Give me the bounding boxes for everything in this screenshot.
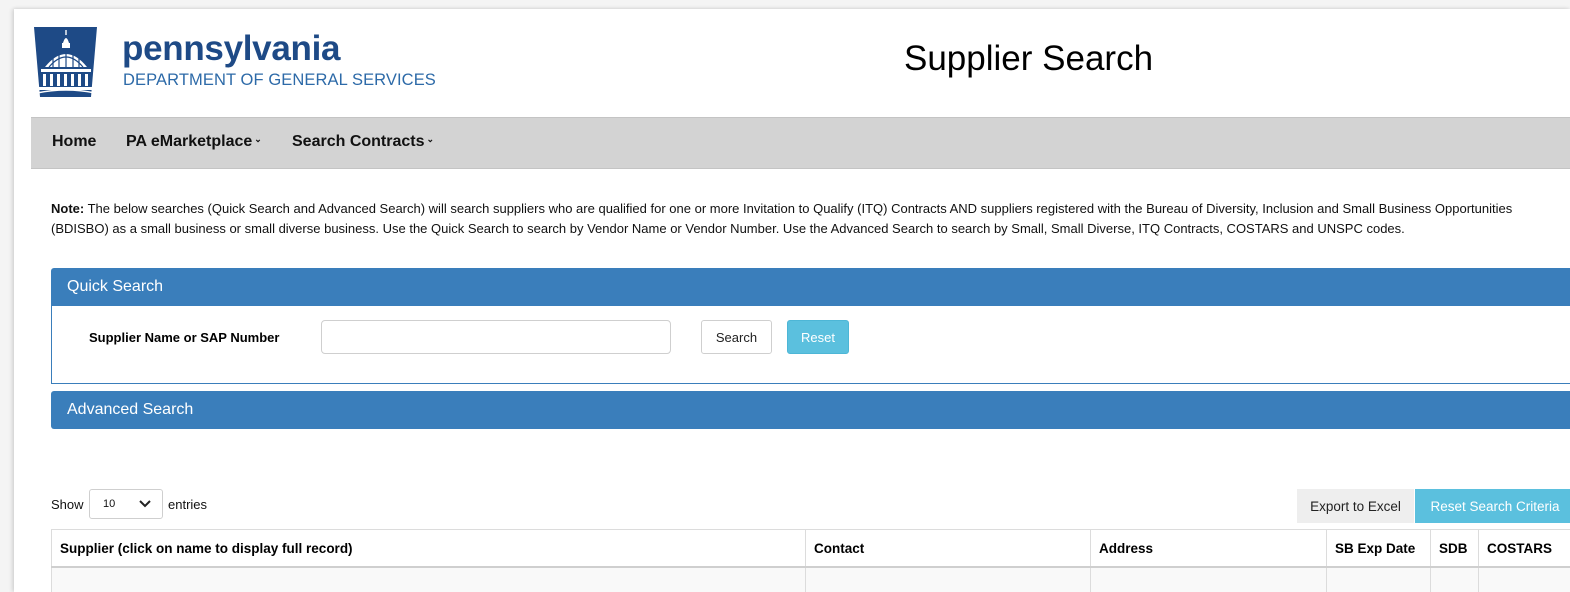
search-note: Note: The below searches (Quick Search a…: [51, 199, 1551, 238]
quick-search-title: Quick Search: [67, 278, 164, 295]
column-header-address[interactable]: Address: [1090, 529, 1327, 568]
pa-dgs-logo[interactable]: pennsylvania DEPARTMENT OF GENERAL SERVI…: [31, 27, 436, 99]
supplier-search-input[interactable]: [321, 320, 671, 354]
table-cell: [1478, 567, 1570, 592]
chevron-down-icon: [139, 500, 151, 508]
reset-button[interactable]: Reset: [787, 320, 849, 354]
page-sheet: pennsylvania DEPARTMENT OF GENERAL SERVI…: [14, 9, 1570, 592]
table-cell: [1326, 567, 1431, 592]
table-cell: [1430, 567, 1479, 592]
reset-search-criteria-button[interactable]: Reset Search Criteria: [1415, 489, 1570, 523]
column-header-sdb[interactable]: SDB: [1430, 529, 1479, 568]
main-nav: Home PA eMarketplace ⌄ Search Contracts ⌄: [31, 117, 1570, 169]
brand-name: pennsylvania: [122, 29, 341, 68]
note-text: The below searches (Quick Search and Adv…: [51, 201, 1513, 236]
column-header-costars[interactable]: COSTARS: [1478, 529, 1570, 568]
table-cell: [805, 567, 1091, 592]
browser-page: pennsylvania DEPARTMENT OF GENERAL SERVI…: [0, 0, 1570, 592]
nav-pa-emarketplace[interactable]: PA eMarketplace ⌄: [126, 133, 262, 151]
nav-home-label: Home: [52, 133, 97, 150]
advanced-search-title: Advanced Search: [67, 401, 194, 418]
results-table-wrap: Supplier (click on name to display full …: [51, 529, 1570, 592]
column-header-sb-exp-date[interactable]: SB Exp Date: [1326, 529, 1431, 568]
chevron-down-icon: ⌄: [426, 134, 435, 145]
column-header-contact[interactable]: Contact: [805, 529, 1091, 568]
nav-search-contracts-label: Search Contracts: [292, 133, 425, 150]
supplier-field-label: Supplier Name or SAP Number: [89, 330, 280, 345]
entries-select[interactable]: 10: [89, 489, 163, 519]
entries-select-value: 10: [103, 498, 116, 510]
nav-search-contracts[interactable]: Search Contracts ⌄: [292, 133, 434, 151]
capitol-dome-seal-icon: [34, 27, 97, 97]
quick-search-panel: Supplier Name or SAP Number Search Reset: [51, 306, 1570, 384]
table-cell: [51, 567, 806, 592]
table-cell: [1090, 567, 1327, 592]
chevron-down-icon: ⌄: [254, 134, 262, 145]
page-title: Supplier Search: [904, 39, 1154, 78]
table-row: [51, 567, 1570, 592]
advanced-search-header[interactable]: Advanced Search: [51, 391, 1570, 429]
department-name: DEPARTMENT OF GENERAL SERVICES: [123, 71, 436, 89]
column-header-supplier[interactable]: Supplier (click on name to display full …: [51, 529, 806, 568]
nav-home[interactable]: Home: [52, 133, 96, 151]
entries-label: entries: [168, 497, 208, 512]
export-to-excel-button[interactable]: Export to Excel: [1297, 489, 1414, 523]
show-label: Show: [51, 497, 84, 512]
note-prefix: Note:: [51, 201, 85, 216]
nav-pa-emarketplace-label: PA eMarketplace: [126, 133, 253, 150]
table-header-row: Supplier (click on name to display full …: [51, 529, 1570, 568]
quick-search-header[interactable]: Quick Search: [51, 268, 1570, 306]
results-table: Supplier (click on name to display full …: [51, 529, 1570, 592]
search-button[interactable]: Search: [701, 320, 772, 354]
